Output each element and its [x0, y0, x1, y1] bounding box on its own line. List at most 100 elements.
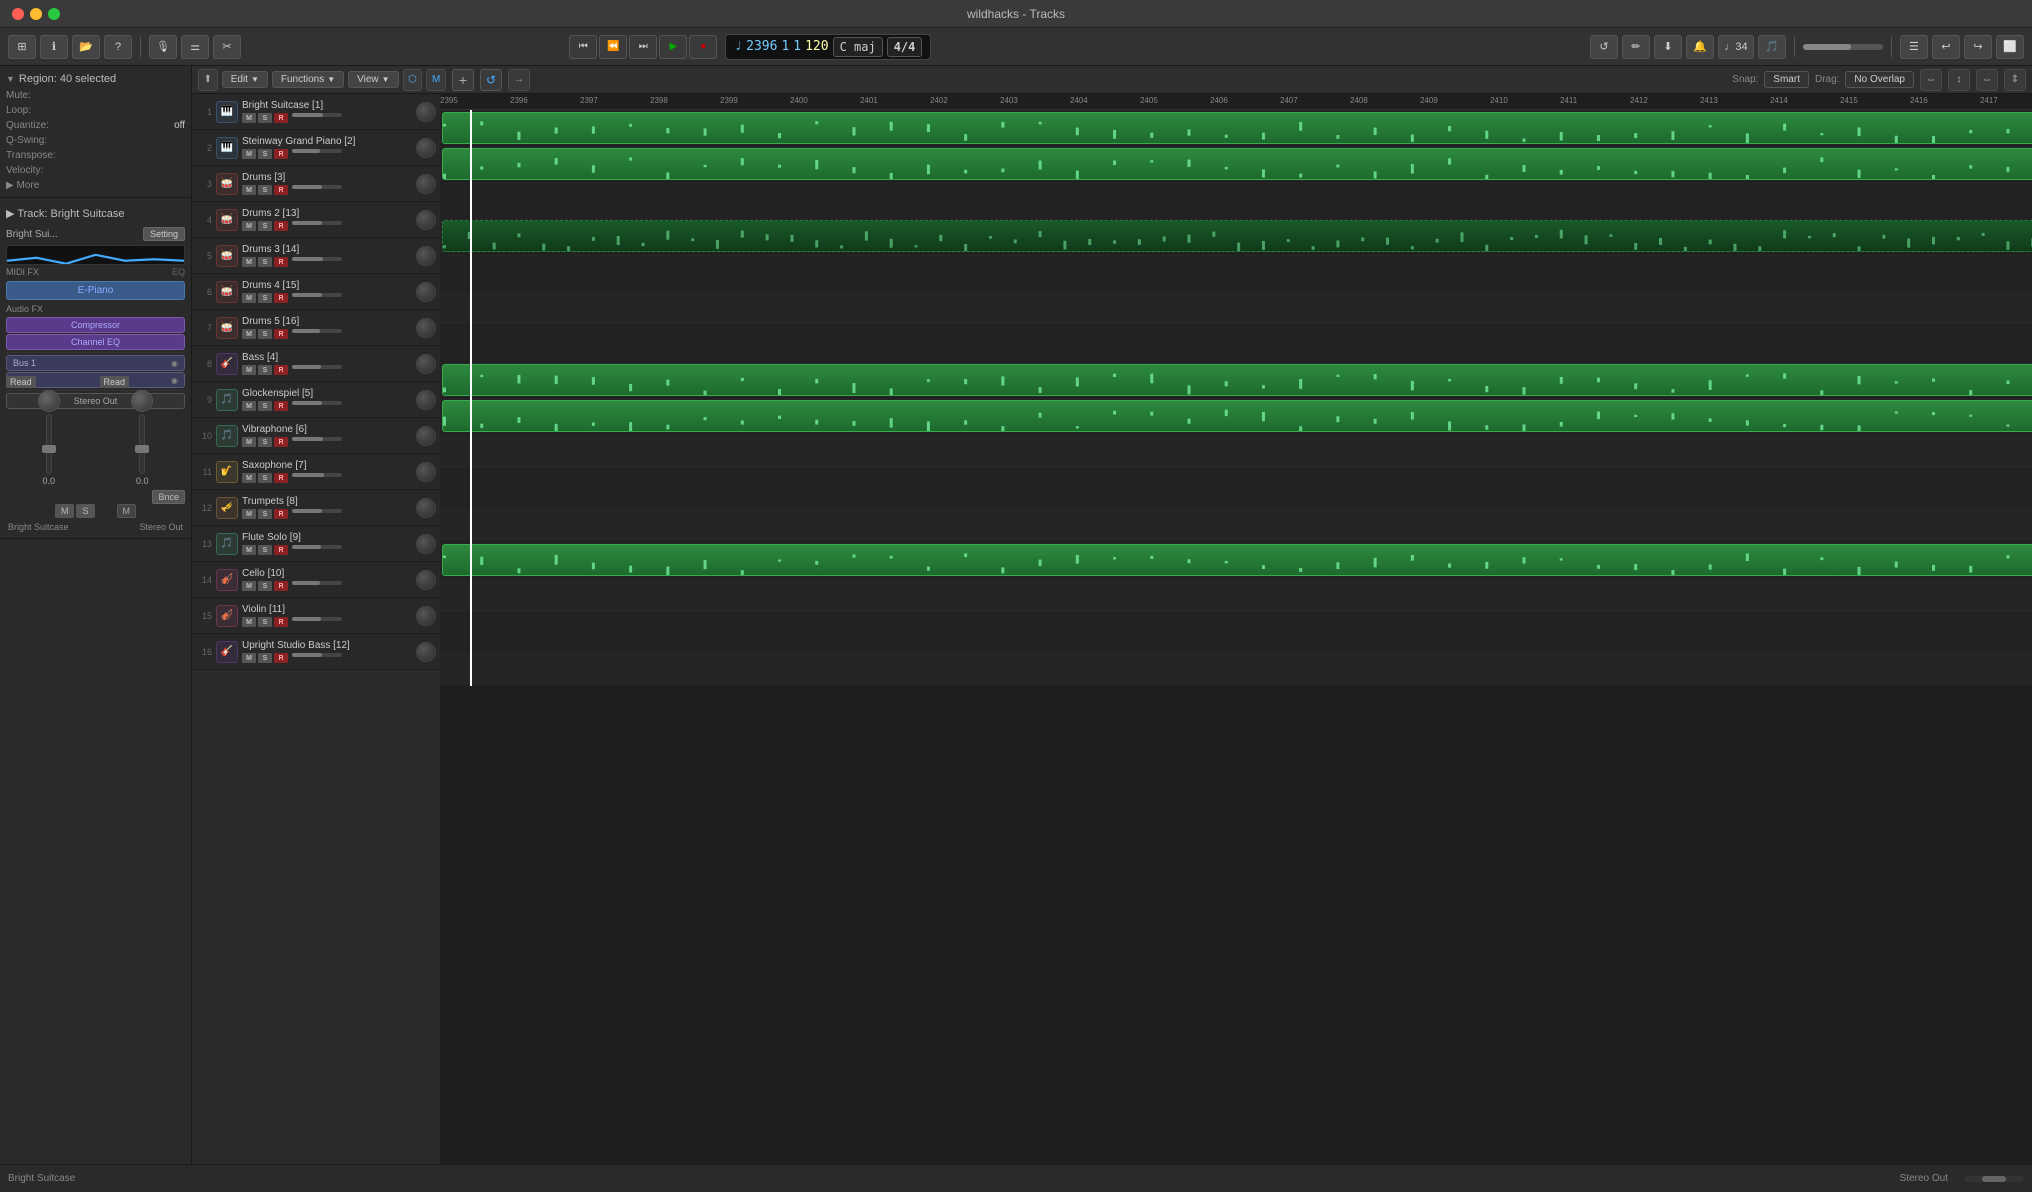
- track-pan-knob[interactable]: [416, 246, 436, 266]
- solo-btn[interactable]: S: [258, 221, 272, 231]
- solo-btn[interactable]: S: [258, 473, 272, 483]
- rec-btn[interactable]: R: [274, 545, 288, 555]
- rec-btn[interactable]: R: [274, 581, 288, 591]
- drag-icon[interactable]: ⇔: [1920, 69, 1942, 91]
- solo-btn[interactable]: S: [258, 437, 272, 447]
- rewind-btn[interactable]: ⏮: [569, 35, 597, 59]
- solo-btn[interactable]: S: [258, 329, 272, 339]
- channel-eq-btn[interactable]: Channel EQ: [6, 334, 185, 350]
- track-row[interactable]: 11 🎷 Saxophone [7] M S R: [192, 454, 440, 490]
- rec-btn[interactable]: R: [274, 437, 288, 447]
- close-button[interactable]: [12, 8, 24, 20]
- rec-btn[interactable]: R: [274, 401, 288, 411]
- region-block[interactable]: Drums 2: [442, 544, 2032, 576]
- track-pan-knob[interactable]: [416, 426, 436, 446]
- bus1-btn[interactable]: Bus 1 ◉: [6, 355, 185, 371]
- track-vol-slider[interactable]: [292, 365, 342, 369]
- read-label-2[interactable]: Read: [100, 376, 130, 388]
- track-vol-slider[interactable]: [292, 149, 342, 153]
- track-pan-knob[interactable]: [416, 210, 436, 230]
- compressor-btn[interactable]: Compressor: [6, 317, 185, 333]
- region-row[interactable]: [440, 470, 2032, 506]
- region-row[interactable]: [440, 614, 2032, 650]
- rec-btn[interactable]: R: [274, 329, 288, 339]
- mute-btn[interactable]: M: [242, 617, 256, 627]
- solo-btn[interactable]: S: [258, 257, 272, 267]
- track-row[interactable]: 6 🥁 Drums 4 [15] M S R: [192, 274, 440, 310]
- region-row[interactable]: [440, 650, 2032, 686]
- quantize-row[interactable]: Quantize: off: [6, 118, 185, 133]
- mute-btn[interactable]: M: [242, 401, 256, 411]
- mute-btn[interactable]: M: [242, 437, 256, 447]
- info-btn[interactable]: ℹ: [40, 35, 68, 59]
- track-vol-slider[interactable]: [292, 581, 342, 585]
- track-vol-slider[interactable]: [292, 473, 342, 477]
- track-pan-knob[interactable]: [416, 282, 436, 302]
- track-row[interactable]: 16 🎸 Upright Studio Bass [12] M S R: [192, 634, 440, 670]
- track-vol-slider[interactable]: [292, 185, 342, 189]
- mute-btn[interactable]: M: [242, 329, 256, 339]
- rec-btn[interactable]: R: [274, 509, 288, 519]
- redo-btn[interactable]: ↪: [1964, 35, 1992, 59]
- fader-track-2[interactable]: [139, 414, 145, 474]
- region-block[interactable]: Drums 2: [442, 364, 2032, 396]
- mute-btn-2[interactable]: M: [117, 504, 137, 518]
- rec-btn[interactable]: R: [274, 149, 288, 159]
- solo-btn-strip[interactable]: S: [76, 504, 94, 518]
- rec-btn[interactable]: R: [274, 365, 288, 375]
- minimize-button[interactable]: [30, 8, 42, 20]
- mute-btn[interactable]: M: [242, 509, 256, 519]
- more-row[interactable]: ▶ More: [6, 178, 185, 193]
- track-pan-knob[interactable]: [416, 606, 436, 626]
- metronome-right-btn[interactable]: 🔔: [1686, 35, 1714, 59]
- pan-knob-1[interactable]: [38, 390, 60, 412]
- rec-btn[interactable]: R: [274, 653, 288, 663]
- library-btn[interactable]: 📂: [72, 35, 100, 59]
- solo-btn[interactable]: S: [258, 617, 272, 627]
- track-row[interactable]: 3 🥁 Drums [3] M S R: [192, 166, 440, 202]
- rec-btn[interactable]: R: [274, 185, 288, 195]
- region-row[interactable]: Drums 2: [440, 362, 2032, 398]
- solo-btn[interactable]: S: [258, 113, 272, 123]
- region-row[interactable]: [440, 182, 2032, 218]
- bounce-btn[interactable]: Bnce: [152, 490, 185, 504]
- mute-btn[interactable]: M: [242, 149, 256, 159]
- flex-btn[interactable]: ⚌: [181, 35, 209, 59]
- cycle-btn[interactable]: ↺: [480, 69, 502, 91]
- region-block[interactable]: Drums 2: [442, 112, 2032, 144]
- track-vol-slider[interactable]: [292, 257, 342, 261]
- track-pan-knob[interactable]: [416, 570, 436, 590]
- zoom-h[interactable]: ⇔: [1976, 69, 1998, 91]
- mute-btn-strip[interactable]: M: [55, 504, 75, 518]
- track-pan-knob[interactable]: [416, 354, 436, 374]
- region-block[interactable]: Drums 2: [442, 148, 2032, 180]
- track-vol-slider[interactable]: [292, 545, 342, 549]
- region-block[interactable]: Drums 2: [442, 400, 2032, 432]
- to-start-btn[interactable]: ⏭: [629, 35, 657, 59]
- region-row[interactable]: [440, 434, 2032, 470]
- list-view-btn[interactable]: ☰: [1900, 35, 1928, 59]
- undo-btn[interactable]: ↩: [1932, 35, 1960, 59]
- bounce-right-btn[interactable]: ⬇: [1654, 35, 1682, 59]
- track-pan-knob[interactable]: [416, 174, 436, 194]
- mute-btn[interactable]: M: [242, 185, 256, 195]
- track-pan-knob[interactable]: [416, 462, 436, 482]
- track-vol-slider[interactable]: [292, 113, 342, 117]
- resize-icon[interactable]: ⬡: [403, 69, 423, 91]
- track-vol-slider[interactable]: [292, 329, 342, 333]
- track-vol-slider[interactable]: [292, 401, 342, 405]
- region-row[interactable]: [440, 290, 2032, 326]
- solo-btn[interactable]: S: [258, 365, 272, 375]
- record-btn[interactable]: ●: [689, 35, 717, 59]
- edit-right-btn[interactable]: ✏: [1622, 35, 1650, 59]
- mute-btn[interactable]: M: [242, 221, 256, 231]
- expand-btn[interactable]: ⬜: [1996, 35, 2024, 59]
- track-pan-knob[interactable]: [416, 642, 436, 662]
- region-row[interactable]: Drums 2: [440, 398, 2032, 434]
- master-volume[interactable]: [1803, 44, 1883, 50]
- region-row[interactable]: Drums 2: [440, 110, 2032, 146]
- track-row[interactable]: 12 🎺 Trumpets [8] M S R: [192, 490, 440, 526]
- grid-btn[interactable]: ⊞: [8, 35, 36, 59]
- track-pan-knob[interactable]: [416, 102, 436, 122]
- rec-btn[interactable]: R: [274, 257, 288, 267]
